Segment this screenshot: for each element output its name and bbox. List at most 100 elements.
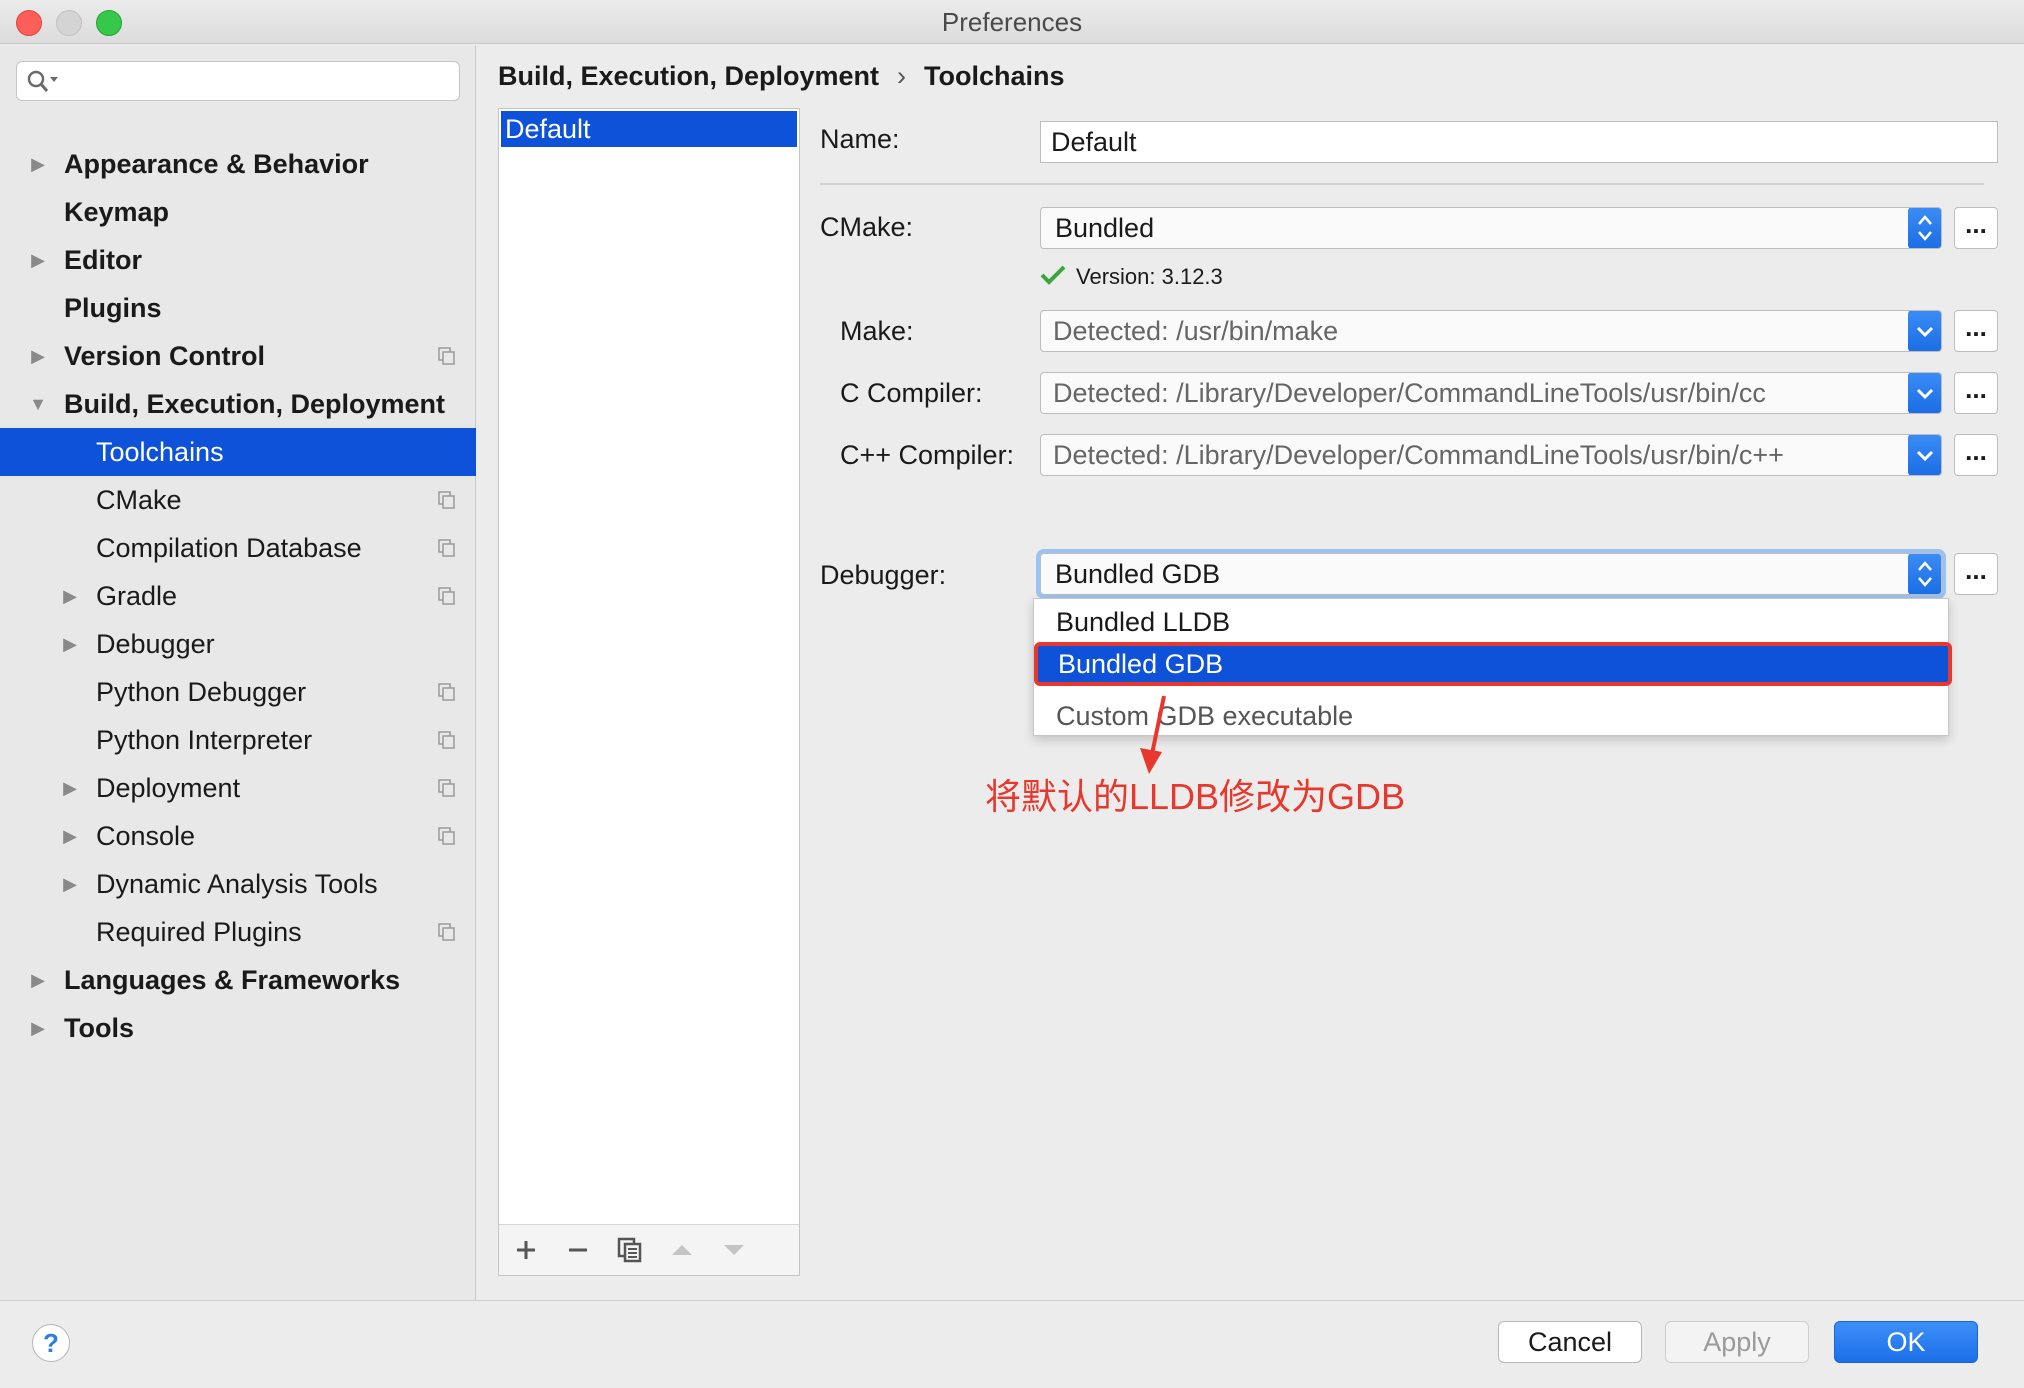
sidebar-item[interactable]: Python Interpreter: [0, 716, 476, 764]
sidebar-item[interactable]: Toolchains: [0, 428, 476, 476]
project-level-icon: [438, 539, 455, 557]
cmake-browse-button[interactable]: ...: [1954, 207, 1998, 249]
sidebar-item[interactable]: Plugins: [0, 284, 476, 332]
move-down-icon[interactable]: [719, 1235, 749, 1265]
debugger-select-value: Bundled GDB: [1055, 559, 1221, 589]
collapsed-arrow-icon[interactable]: ▶: [60, 812, 80, 860]
move-up-icon[interactable]: [667, 1235, 697, 1265]
sidebar-item[interactable]: ▼ Build, Execution, Deployment: [0, 380, 476, 428]
toolchain-list: Default: [498, 108, 800, 1276]
cmake-select[interactable]: Bundled: [1040, 207, 1942, 249]
sidebar-item[interactable]: ▶ Version Control: [0, 332, 476, 380]
title-bar: Preferences: [0, 0, 2024, 44]
settings-sidebar: ▶ Appearance & Behavior Keymap ▶ Editor Plugi…: [0, 45, 476, 1300]
make-select[interactable]: Detected: /usr/bin/make: [1040, 310, 1942, 352]
up-down-arrows-icon: [1908, 208, 1941, 248]
breadcrumb: Build, Execution, Deployment › Toolchains: [498, 56, 1065, 96]
chevron-down-icon: [1908, 311, 1941, 351]
collapsed-arrow-icon[interactable]: ▶: [28, 332, 48, 380]
search-input[interactable]: [16, 61, 460, 101]
sidebar-item[interactable]: ▶ Debugger: [0, 620, 476, 668]
apply-button[interactable]: Apply: [1665, 1321, 1809, 1363]
collapsed-arrow-icon[interactable]: ▶: [28, 1004, 48, 1052]
cmake-version-text: Version: 3.12.3: [1076, 264, 1223, 289]
sidebar-item[interactable]: Required Plugins: [0, 908, 476, 956]
toolchain-item-default[interactable]: Default: [501, 111, 797, 147]
chevron-down-icon: [1908, 435, 1941, 475]
copy-icon[interactable]: [615, 1235, 645, 1265]
debugger-browse-button[interactable]: ...: [1954, 553, 1998, 595]
sidebar-item[interactable]: ▶ Console: [0, 812, 476, 860]
sidebar-item-label: Console: [96, 821, 196, 851]
sidebar-item-label: Dynamic Analysis Tools: [96, 869, 378, 899]
breadcrumb-parent[interactable]: Build, Execution, Deployment: [498, 61, 879, 91]
help-button[interactable]: ?: [32, 1324, 70, 1362]
cpp-compiler-select[interactable]: Detected: /Library/Developer/CommandLine…: [1040, 434, 1942, 476]
project-level-icon: [438, 491, 455, 509]
sidebar-item-label: Build, Execution, Deployment: [64, 389, 446, 419]
debugger-select[interactable]: Bundled GDB: [1040, 553, 1942, 595]
debugger-label: Debugger:: [820, 560, 947, 590]
cpp-compiler-browse-button[interactable]: ...: [1954, 434, 1998, 476]
up-down-arrows-icon: [1908, 554, 1941, 594]
sidebar-item-label: Tools: [64, 1013, 134, 1043]
expanded-arrow-icon[interactable]: ▼: [28, 380, 48, 428]
c-compiler-select-value: Detected: /Library/Developer/CommandLine…: [1053, 378, 1766, 408]
dropdown-option-gdb-selected[interactable]: Bundled GDB: [1034, 642, 1952, 686]
sidebar-item[interactable]: ▶ Languages & Frameworks: [0, 956, 476, 1004]
chevron-down-icon: [1908, 373, 1941, 413]
annotation-text: 将默认的LLDB修改为GDB: [985, 776, 1406, 817]
sidebar-item[interactable]: ▶ Dynamic Analysis Tools: [0, 860, 476, 908]
dropdown-option-lldb[interactable]: Bundled LLDB: [1034, 602, 1948, 642]
collapsed-arrow-icon[interactable]: ▶: [60, 572, 80, 620]
search-icon: [27, 70, 58, 92]
sidebar-item-label: CMake: [96, 485, 182, 515]
check-icon: [1040, 265, 1066, 285]
name-field[interactable]: Default: [1040, 121, 1998, 163]
window-title: Preferences: [941, 7, 1083, 37]
cpp-compiler-label: C++ Compiler:: [840, 440, 1015, 470]
toolchain-list-toolbar: [499, 1224, 799, 1275]
sidebar-item[interactable]: Keymap: [0, 188, 476, 236]
sidebar-item-label: Python Debugger: [96, 677, 307, 707]
add-icon[interactable]: [511, 1235, 541, 1265]
sidebar-item-label: Deployment: [96, 773, 241, 803]
sidebar-item[interactable]: ▶ Editor: [0, 236, 476, 284]
sidebar-item[interactable]: CMake: [0, 476, 476, 524]
cpp-compiler-select-value: Detected: /Library/Developer/CommandLine…: [1053, 440, 1784, 470]
c-compiler-select[interactable]: Detected: /Library/Developer/CommandLine…: [1040, 372, 1942, 414]
name-label: Name:: [820, 124, 900, 154]
cmake-label: CMake:: [820, 212, 914, 242]
collapsed-arrow-icon[interactable]: ▶: [60, 764, 80, 812]
c-compiler-browse-button[interactable]: ...: [1954, 372, 1998, 414]
project-level-icon: [438, 587, 455, 605]
collapsed-arrow-icon[interactable]: ▶: [28, 140, 48, 188]
sidebar-item-label: Keymap: [64, 197, 170, 227]
project-level-icon: [438, 779, 455, 797]
make-label: Make:: [840, 316, 914, 346]
project-level-icon: [438, 683, 455, 701]
collapsed-arrow-icon[interactable]: ▶: [60, 620, 80, 668]
collapsed-arrow-icon[interactable]: ▶: [28, 956, 48, 1004]
sidebar-item[interactable]: Compilation Database: [0, 524, 476, 572]
dropdown-option-custom-gdb[interactable]: Custom GDB executable: [1034, 696, 1948, 736]
sidebar-item[interactable]: Python Debugger: [0, 668, 476, 716]
sidebar-item-label: Languages & Frameworks: [64, 965, 401, 995]
sidebar-item[interactable]: ▶ Tools: [0, 1004, 476, 1052]
sidebar-item-label: Version Control: [64, 341, 266, 371]
ok-button[interactable]: OK: [1834, 1321, 1978, 1363]
sidebar-item[interactable]: ▶ Appearance & Behavior: [0, 140, 476, 188]
sidebar-item-label: Appearance & Behavior: [64, 149, 369, 179]
collapsed-arrow-icon[interactable]: ▶: [60, 860, 80, 908]
cmake-select-value: Bundled: [1055, 213, 1155, 243]
sidebar-item[interactable]: ▶ Deployment: [0, 764, 476, 812]
sidebar-item-label: Compilation Database: [96, 533, 362, 563]
remove-icon[interactable]: [563, 1235, 593, 1265]
collapsed-arrow-icon[interactable]: ▶: [28, 236, 48, 284]
make-browse-button[interactable]: ...: [1954, 310, 1998, 352]
sidebar-item[interactable]: ▶ Gradle: [0, 572, 476, 620]
sidebar-item-label: Toolchains: [96, 437, 224, 467]
sidebar-item-label: Gradle: [96, 581, 178, 611]
sidebar-item-label: Python Interpreter: [96, 725, 313, 755]
cancel-button[interactable]: Cancel: [1498, 1321, 1642, 1363]
